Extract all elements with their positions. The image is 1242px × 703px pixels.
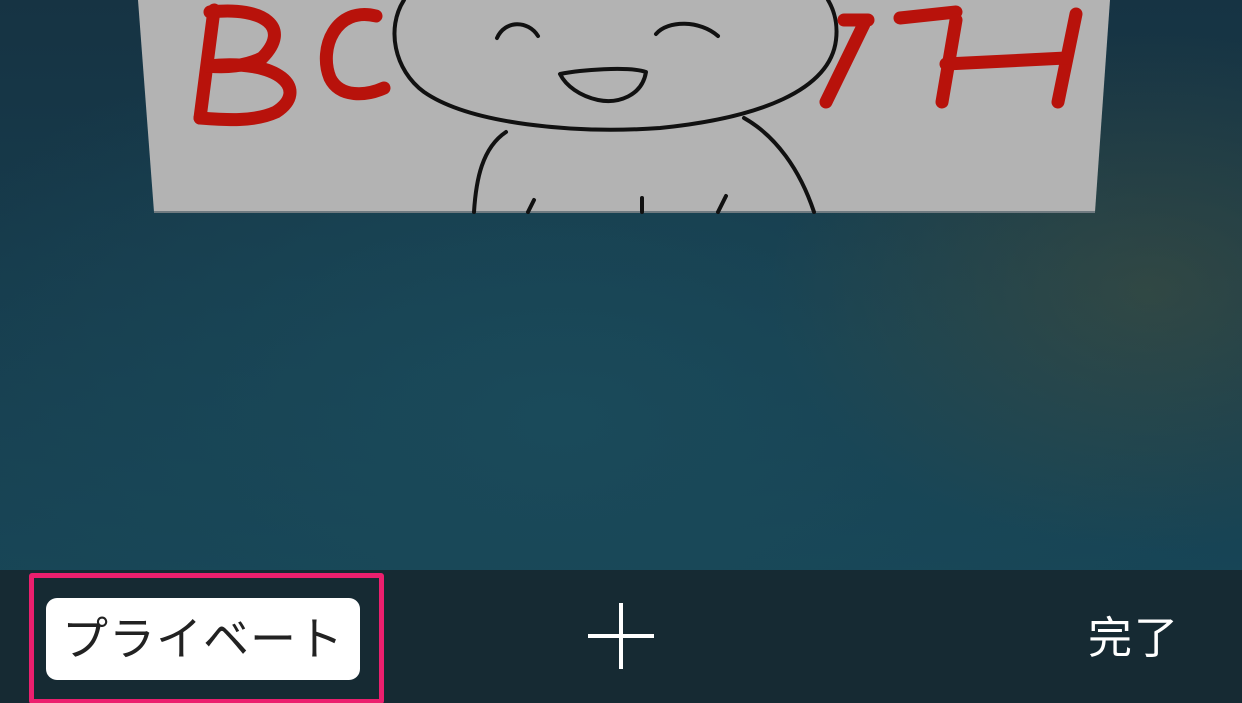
private-mode-button[interactable]: プライベート: [46, 598, 360, 680]
private-mode-label: プライベート: [62, 612, 344, 666]
tab-switcher-screen: プライベート 完了: [0, 0, 1242, 703]
tab-thumbnail: [138, 0, 1110, 214]
bottom-toolbar: プライベート 完了: [0, 570, 1242, 703]
plus-icon: [588, 603, 654, 669]
new-tab-button[interactable]: [578, 593, 664, 679]
done-button[interactable]: 完了: [1088, 604, 1180, 674]
tab-card[interactable]: [0, 0, 1242, 214]
